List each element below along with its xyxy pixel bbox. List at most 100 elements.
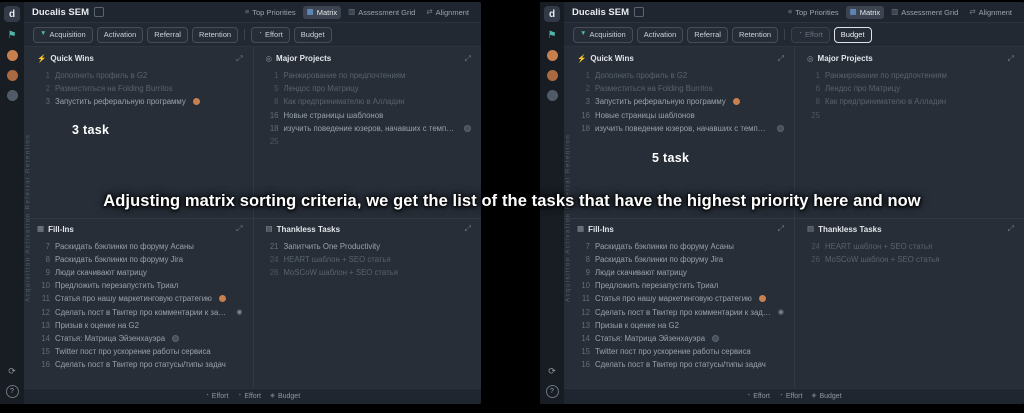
nav-tab[interactable]: ▦ Matrix: [303, 6, 342, 19]
sort-criterion[interactable]: ◔ Effort: [237, 393, 261, 400]
criteria-chip[interactable]: Budget: [294, 27, 332, 43]
task-row[interactable]: 2 Разместиться на Folding Burritos: [37, 82, 243, 95]
task-row[interactable]: 8 Раскидать бэклинки по форуму Jira: [37, 253, 243, 266]
board-badge-icon[interactable]: [94, 7, 104, 17]
chip-icon: ◔: [798, 31, 802, 38]
task-row[interactable]: 13 Призыв к оценке на G2: [577, 319, 784, 332]
sort-criterion[interactable]: ◔ Effort: [205, 393, 229, 400]
task-title: Лендос про Матрицу: [284, 84, 359, 93]
criteria-chip[interactable]: ◔ Effort: [251, 27, 290, 43]
avatar[interactable]: [547, 50, 558, 61]
filter-chip[interactable]: ▼ Acquisition: [573, 27, 633, 43]
task-row[interactable]: 15 Twitter пост про ускорение работы сер…: [37, 345, 243, 358]
expand-icon[interactable]: ⤢: [236, 55, 242, 63]
nav-tab[interactable]: ▥ Assessment Grid: [344, 6, 419, 19]
task-row[interactable]: 24 HEART шаблон + SEO статья: [807, 240, 1014, 253]
expand-icon[interactable]: ⤢: [465, 225, 471, 233]
task-row[interactable]: 26 MoSCoW шаблон + SEO статья: [807, 253, 1014, 266]
app-logo[interactable]: d: [544, 6, 560, 22]
sort-criterion[interactable]: ◔ Effort: [779, 393, 803, 400]
task-row[interactable]: 6 Лендос про Матрицу: [807, 82, 1014, 95]
sync-icon[interactable]: ⟳: [8, 367, 16, 376]
avatar[interactable]: [7, 90, 18, 101]
task-row[interactable]: 13 Призыв к оценке на G2: [37, 319, 243, 332]
task-row[interactable]: 5 Лендос про Матрицу: [266, 82, 472, 95]
expand-icon[interactable]: ⤢: [1008, 55, 1014, 63]
task-row[interactable]: 14 Статья: Матрица Эйзенхауэра: [37, 332, 243, 345]
task-row[interactable]: 9 Люди скачивают матрицу: [37, 266, 243, 279]
task-row[interactable]: 8 Как предпринимателю в Алладин: [807, 95, 1014, 108]
task-row[interactable]: 15 Twitter пост про ускорение работы сер…: [577, 345, 784, 358]
task-row[interactable]: 24 HEART шаблон + SEO статья: [266, 253, 472, 266]
task-row[interactable]: 1 Ранжирование по предпочтениям: [807, 69, 1014, 82]
avatar[interactable]: [547, 70, 558, 81]
task-row[interactable]: 8 Раскидать бэклинки по форуму Jira: [577, 253, 784, 266]
task-row[interactable]: 1 Дополнить профиль в G2: [577, 69, 784, 82]
task-row[interactable]: 9 Люди скачивают матрицу: [577, 266, 784, 279]
filter-chip[interactable]: Referral: [147, 27, 188, 43]
nav-tab[interactable]: ⇄ Alignment: [422, 6, 473, 19]
criteria-chip[interactable]: Budget: [834, 27, 872, 43]
sort-criterion[interactable]: ◈ Budget: [270, 393, 300, 400]
criteria-chip[interactable]: ◔ Effort: [791, 27, 830, 43]
task-row[interactable]: 16 Сделать пост в Твитер про статусы/тип…: [37, 358, 243, 371]
task-row[interactable]: 7 Раскидать бэклинки по форуму Асаны: [37, 240, 243, 253]
task-row[interactable]: 1 Дополнить профиль в G2: [37, 69, 243, 82]
task-row[interactable]: 12 Сделать пост в Твитер про комментарии…: [577, 305, 784, 318]
task-icon: [712, 335, 719, 342]
task-row[interactable]: 25: [266, 135, 472, 148]
expand-icon[interactable]: ⤢: [778, 225, 784, 233]
sync-icon[interactable]: ⟳: [548, 367, 556, 376]
task-row[interactable]: 25: [807, 109, 1014, 122]
board-flag-icon[interactable]: ⚑: [548, 31, 557, 41]
task-row[interactable]: 11 Статья про нашу маркетинговую стратег…: [37, 292, 243, 305]
task-row[interactable]: 18 изучить поведение юзеров, начавших с …: [266, 122, 472, 135]
task-row[interactable]: 26 MoSCoW шаблон + SEO статья: [266, 266, 472, 279]
task-row[interactable]: 12 Сделать пост в Твитер про комментарии…: [37, 305, 243, 318]
app-logo[interactable]: d: [4, 6, 20, 22]
task-row[interactable]: 2 Разместиться на Folding Burritos: [577, 82, 784, 95]
task-row[interactable]: 16 Новые страницы шаблонов: [577, 109, 784, 122]
filter-chip[interactable]: Activation: [637, 27, 684, 43]
task-row[interactable]: 3 Запустить реферальную программу: [577, 95, 784, 108]
help-icon[interactable]: ?: [546, 385, 559, 398]
board-flag-icon[interactable]: ⚑: [8, 31, 17, 41]
expand-icon[interactable]: ⤢: [778, 55, 784, 63]
help-icon[interactable]: ?: [6, 385, 19, 398]
task-row[interactable]: 21 Запитчить One Productivity: [266, 240, 472, 253]
expand-icon[interactable]: ⤢: [236, 225, 242, 233]
task-row[interactable]: 18 изучить поведение юзеров, начавших с …: [577, 122, 784, 135]
nav-tab[interactable]: ⇄ Alignment: [965, 6, 1016, 19]
filter-chip[interactable]: Retention: [192, 27, 238, 43]
nav-tab[interactable]: ▥ Assessment Grid: [887, 6, 962, 19]
avatar[interactable]: [547, 90, 558, 101]
task-row[interactable]: 14 Статья: Матрица Эйзенхауэра: [577, 332, 784, 345]
avatar[interactable]: [7, 70, 18, 81]
filter-chip[interactable]: ▼ Acquisition: [33, 27, 93, 43]
sort-criterion[interactable]: ◔ Effort: [746, 393, 770, 400]
expand-icon[interactable]: ⤢: [465, 55, 471, 63]
task-row[interactable]: 8 Как предпринимателю в Алладин: [266, 95, 472, 108]
task-row[interactable]: 1 Ранжирование по предпочтениям: [266, 69, 472, 82]
nav-tab[interactable]: ≡ Top Priorities: [784, 6, 843, 19]
board-badge-icon[interactable]: [634, 7, 644, 17]
board-title: Ducalis SEM: [32, 7, 89, 18]
task-row[interactable]: 16 Сделать пост в Твитер про статусы/тип…: [577, 358, 784, 371]
filter-chip[interactable]: Referral: [687, 27, 728, 43]
filter-chip[interactable]: Retention: [732, 27, 778, 43]
expand-icon[interactable]: ⤢: [1008, 225, 1014, 233]
task-row[interactable]: 16 Новые страницы шаблонов: [266, 109, 472, 122]
task-row[interactable]: 10 Предложить перезапустить Триал: [37, 279, 243, 292]
task-row[interactable]: 11 Статья про нашу маркетинговую стратег…: [577, 292, 784, 305]
task-title: Разместиться на Folding Burritos: [595, 84, 713, 93]
filter-chip[interactable]: Activation: [97, 27, 144, 43]
nav-tab[interactable]: ≡ Top Priorities: [241, 6, 300, 19]
task-row[interactable]: 7 Раскидать бэклинки по форуму Асаны: [577, 240, 784, 253]
nav-tab[interactable]: ▦ Matrix: [846, 6, 885, 19]
task-row[interactable]: 3 Запустить реферальную программу: [37, 95, 243, 108]
sort-criterion[interactable]: ◈ Budget: [811, 393, 841, 400]
avatar[interactable]: [7, 50, 18, 61]
task-row[interactable]: 10 Предложить перезапустить Триал: [577, 279, 784, 292]
task-number: 8: [266, 97, 279, 106]
filter-bar: ▼ Acquisition Activation Referral Retent…: [24, 23, 481, 47]
